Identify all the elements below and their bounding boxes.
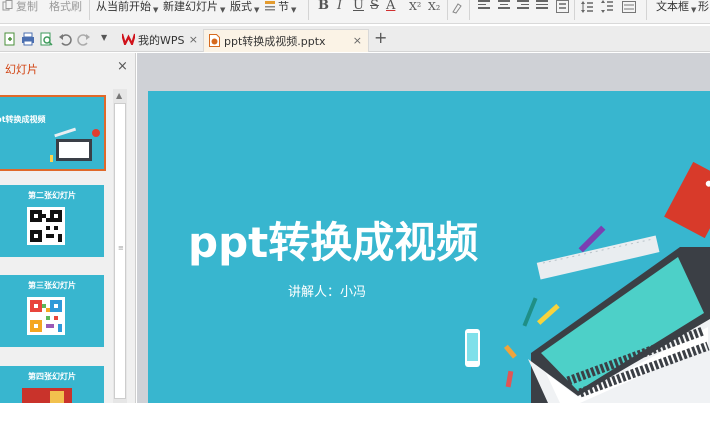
subscript-button[interactable]: X₂ (428, 0, 440, 13)
line-spacing-icon[interactable] (580, 0, 594, 14)
distributed-align-icon[interactable] (556, 0, 569, 13)
colorful-qr-code (27, 297, 65, 335)
font-color-button[interactable]: A (386, 0, 395, 13)
print-icon[interactable] (21, 32, 35, 46)
copy-icon (2, 0, 13, 11)
tab-label: ppt转换成视频.pptx (224, 35, 326, 48)
align-center-icon[interactable] (498, 0, 510, 12)
align-right-icon[interactable] (517, 0, 529, 12)
tab-menu-chevron-icon[interactable]: ▼ (101, 33, 107, 42)
slide-thumbnail-2[interactable]: 第二张幻灯片 (0, 185, 104, 257)
slides-panel-title: 幻灯片 (5, 63, 38, 76)
divider (469, 0, 470, 20)
chevron-down-icon: ▼ (153, 6, 159, 14)
chevron-down-icon: ▼ (254, 6, 260, 14)
chevron-down-icon: ▼ (220, 6, 226, 14)
new-tab-plus-icon[interactable]: + (374, 30, 387, 46)
format-painter-button[interactable]: 格式刷 (49, 0, 82, 22)
shape-button[interactable]: 形 (698, 0, 709, 22)
textbox-label: 文本框 (656, 0, 689, 13)
italic-button[interactable]: I (337, 0, 342, 13)
shape-label: 形 (698, 0, 709, 13)
undo-icon[interactable] (58, 32, 72, 46)
columns-icon[interactable] (622, 1, 636, 13)
tab-my-wps[interactable]: 我的WPS × (118, 29, 200, 52)
section-icon (265, 1, 275, 11)
colorful-qr-code-icon (30, 300, 62, 332)
thumbnail-image-icon (22, 388, 72, 403)
desk-illustration-icon (465, 161, 710, 403)
qr-code (27, 207, 65, 245)
strikethrough-button[interactable]: S (370, 0, 379, 13)
current-slide[interactable]: ppt转换成视频 讲解人：小冯 (148, 91, 710, 403)
divider (447, 0, 448, 20)
layout-label: 版式 (230, 0, 252, 13)
close-tab-icon[interactable]: × (189, 29, 198, 50)
divider (646, 0, 647, 20)
notebook-icon (664, 161, 710, 239)
close-panel-icon[interactable]: × (117, 60, 128, 73)
new-document-icon[interactable] (3, 32, 17, 46)
slides-panel: 幻灯片 × pt转换成视频 第二张幻灯片 第三张幻灯片 第四张幻灯片 ▲ ≡ (0, 53, 136, 403)
redo-icon[interactable] (77, 32, 91, 46)
section-button[interactable]: 节 ▼ (264, 0, 296, 22)
tab-label: 我的WPS (138, 34, 185, 47)
print-preview-icon[interactable] (39, 32, 53, 46)
layout-button[interactable]: 版式 ▼ (230, 0, 259, 22)
clear-format-icon[interactable] (451, 2, 463, 14)
slide-thumbnail-3[interactable]: 第三张幻灯片 (0, 275, 104, 347)
qr-code-icon (30, 210, 62, 242)
scroll-up-icon[interactable]: ▲ (116, 91, 122, 100)
presentation-file-icon (209, 34, 220, 47)
chevron-down-icon: ▼ (691, 6, 697, 14)
thumbnail-title: 第二张幻灯片 (28, 191, 76, 200)
wps-presentation-window: 复制 格式刷 从当前开始 ▼ 新建幻灯片 ▼ 版式 ▼ 节 ▼ B I U S A X²… (0, 0, 710, 443)
justify-icon[interactable] (536, 0, 548, 12)
slide-thumbnail-4[interactable]: 第四张幻灯片 (0, 366, 104, 403)
superscript-button[interactable]: X² (409, 0, 421, 13)
from-current-button[interactable]: 从当前开始 ▼ (96, 0, 158, 22)
section-label: 节 (278, 0, 289, 13)
new-slide-label: 新建幻灯片 (163, 0, 218, 13)
chevron-down-icon: ▼ (291, 6, 297, 14)
thumbnail-title: 第四张幻灯片 (28, 372, 76, 381)
divider (89, 0, 90, 20)
grip-icon: ≡ (118, 244, 124, 252)
divider (308, 0, 309, 20)
slides-scrollbar[interactable]: ▲ ≡ (113, 89, 127, 403)
bold-button[interactable]: B (318, 0, 329, 13)
from-current-label: 从当前开始 (96, 0, 151, 13)
copy-button[interactable]: 复制 (2, 0, 38, 22)
align-left-icon[interactable] (478, 0, 490, 12)
window-bottom-area (0, 403, 710, 443)
slide-thumbnail-1[interactable]: pt转换成视频 (0, 95, 106, 171)
ribbon-toolbar: 复制 格式刷 从当前开始 ▼ 新建幻灯片 ▼ 版式 ▼ 节 ▼ B I U S A X²… (0, 0, 710, 24)
divider (574, 0, 575, 20)
close-tab-icon[interactable]: × (353, 30, 362, 51)
phone-icon (465, 329, 480, 367)
textbox-button[interactable]: 文本框 ▼ (656, 0, 696, 22)
paragraph-spacing-icon[interactable] (600, 0, 614, 14)
laptop-illustration-icon (50, 127, 100, 162)
slides-panel-header: 幻灯片 × (0, 53, 136, 83)
tab-pptx-document[interactable]: ppt转换成视频.pptx × (203, 29, 369, 52)
new-slide-button[interactable]: 新建幻灯片 ▼ (163, 0, 225, 22)
format-painter-label: 格式刷 (49, 0, 82, 13)
ruler-icon (536, 235, 660, 280)
thumbnail-title: 第三张幻灯片 (28, 281, 76, 290)
thumbnail-title: pt转换成视频 (0, 115, 46, 124)
copy-label: 复制 (16, 0, 38, 13)
document-tab-bar: ▼ 我的WPS × ppt转换成视频.pptx × (0, 26, 710, 52)
wps-logo-icon (122, 33, 135, 45)
underline-button[interactable]: U (353, 0, 364, 13)
scrollbar-thumb[interactable]: ≡ (114, 103, 126, 399)
